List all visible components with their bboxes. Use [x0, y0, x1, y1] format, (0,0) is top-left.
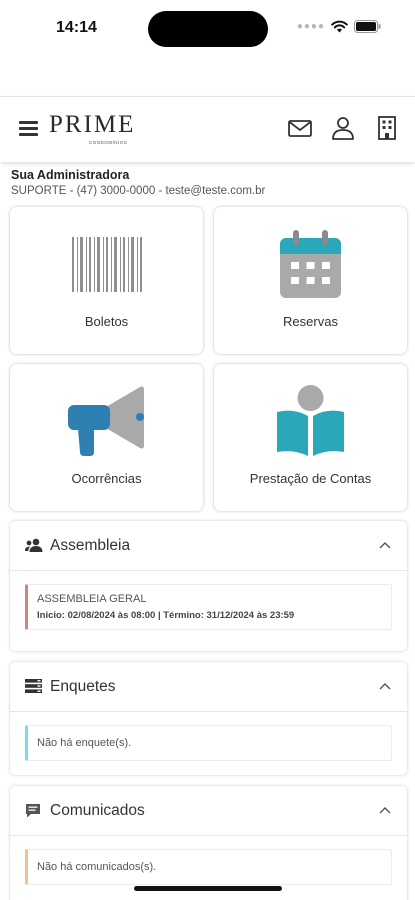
tile-label: Reservas: [283, 314, 338, 329]
mail-icon[interactable]: [287, 115, 313, 141]
dynamic-island: [148, 11, 268, 47]
logo: PRIME CONDOMÍNIOS: [49, 111, 151, 145]
app-header: PRIME CONDOMÍNIOS: [0, 96, 415, 162]
tile-label: Prestação de Contas: [249, 471, 372, 486]
building-icon[interactable]: [374, 115, 400, 141]
wifi-icon: [331, 20, 348, 33]
chevron-up-icon[interactable]: [379, 541, 391, 549]
signal-icon: ●●●●: [296, 21, 325, 32]
megaphone-icon: [68, 386, 144, 456]
status-icons: ●●●●: [297, 20, 381, 33]
admin-info: Sua Administradora SUPORTE - (47) 3000-0…: [11, 168, 265, 197]
enquetes-card: Enquetes Não há enquete(s).: [10, 662, 407, 775]
tile-label: Ocorrências: [71, 471, 142, 486]
admin-title: Sua Administradora: [11, 168, 130, 182]
comunicados-header[interactable]: Comunicados: [10, 786, 407, 836]
tile-label: Boletos: [84, 314, 129, 329]
enquetes-empty-entry: Não há enquete(s).: [25, 725, 392, 761]
entry-dates: Inicio: 02/08/2024 às 08:00 | Término: 3…: [37, 610, 295, 621]
assembleia-title: Assembleia: [50, 537, 131, 554]
comunicados-card: Comunicados Não há comunicados(s).: [10, 786, 407, 900]
status-bar: 14:14 ●●●●: [0, 0, 415, 58]
chevron-up-icon[interactable]: [379, 806, 391, 814]
assembleia-entry[interactable]: ASSEMBLEIA GERAL Inicio: 02/08/2024 às 0…: [25, 584, 392, 630]
assembleia-card: Assembleia ASSEMBLEIA GERAL Inicio: 02/0…: [10, 521, 407, 651]
status-time: 14:14: [56, 19, 97, 36]
logo-subtext: CONDOMÍNIOS: [89, 140, 128, 145]
assembleia-header[interactable]: Assembleia: [10, 521, 407, 571]
user-icon[interactable]: [330, 115, 356, 141]
tile-reservas[interactable]: Reservas: [214, 207, 407, 354]
calendar-icon: [280, 230, 341, 298]
server-list-icon: [25, 679, 42, 693]
tile-prestacao-contas[interactable]: Prestação de Contas: [214, 364, 407, 511]
tile-ocorrencias[interactable]: Ocorrências: [10, 364, 203, 511]
battery-icon: [354, 20, 381, 33]
comunicados-empty-entry: Não há comunicados(s).: [25, 849, 392, 885]
empty-message: Não há enquete(s).: [37, 737, 132, 749]
users-icon: [25, 538, 43, 552]
barcode-icon: [72, 237, 142, 292]
logo-text: PRIME: [49, 111, 136, 138]
reader-book-icon: [277, 385, 344, 456]
enquetes-title: Enquetes: [50, 678, 116, 695]
admin-contact: SUPORTE - (47) 3000-0000 - teste@teste.c…: [11, 185, 266, 197]
chevron-up-icon[interactable]: [379, 682, 391, 690]
home-indicator[interactable]: [134, 886, 282, 891]
menu-button[interactable]: [19, 121, 38, 136]
comment-icon: [26, 804, 40, 818]
comunicados-title: Comunicados: [50, 802, 145, 819]
tile-boletos[interactable]: Boletos: [10, 207, 203, 354]
empty-message: Não há comunicados(s).: [37, 861, 157, 873]
enquetes-header[interactable]: Enquetes: [10, 662, 407, 712]
entry-title: ASSEMBLEIA GERAL: [37, 593, 147, 605]
